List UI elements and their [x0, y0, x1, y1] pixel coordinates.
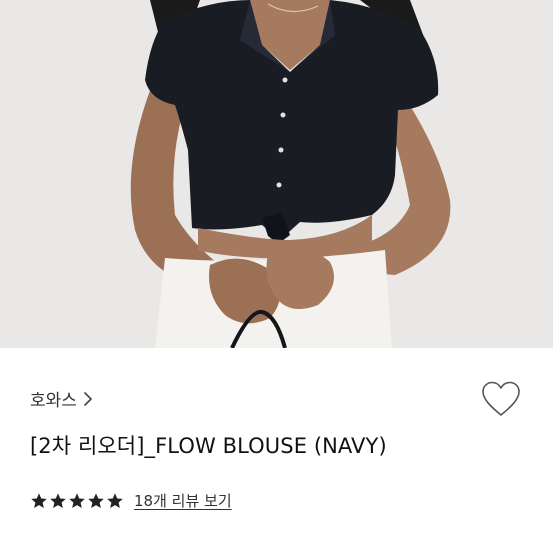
brand-name: 호와스 — [30, 391, 77, 411]
heart-outline-icon[interactable] — [480, 380, 522, 418]
star-icon — [88, 492, 104, 508]
product-image[interactable] — [0, 0, 553, 348]
star-icon — [50, 492, 66, 508]
product-title: [2차 리오더]_FLOW BLOUSE (NAVY) — [30, 434, 387, 458]
star-icon — [107, 492, 123, 508]
brand-link[interactable]: 호와스 — [30, 386, 93, 411]
product-photo — [0, 0, 553, 348]
reviews-link[interactable]: 18개 리뷰 보기 — [134, 490, 232, 511]
rating-stars — [30, 492, 124, 510]
star-icon — [69, 492, 85, 508]
product-info-panel: 호와스 [2차 리오더]_FLOW BLOUSE (NAVY) 18개 리뷰 보… — [0, 348, 553, 553]
star-icon — [31, 492, 47, 508]
rating-row: 18개 리뷰 보기 — [30, 490, 232, 511]
chevron-right-icon — [84, 391, 92, 406]
